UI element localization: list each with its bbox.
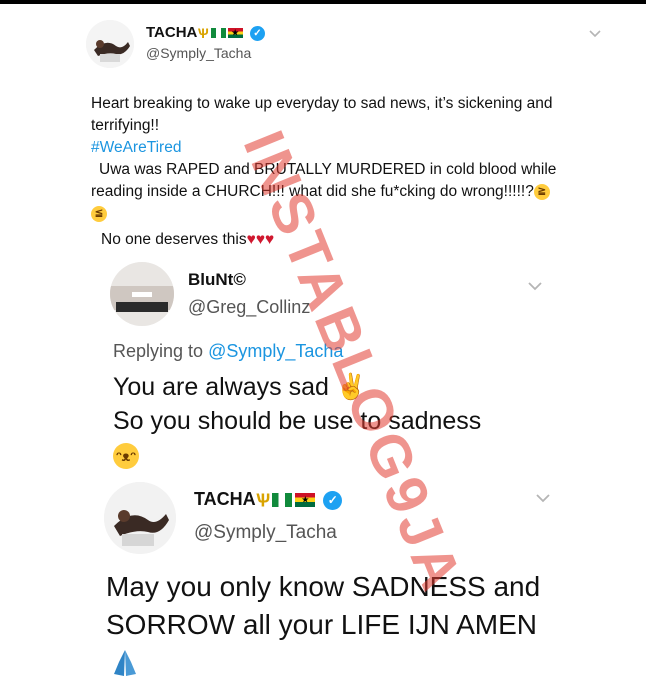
- victory-hand-icon: ✌: [335, 373, 367, 401]
- tweet3-author-handle[interactable]: @Symply_Tacha: [194, 522, 337, 544]
- tweet2-author-name[interactable]: BluNt©: [188, 270, 246, 290]
- tweet1-text-line4-row: reading inside a CHURCH!!! what did she …: [91, 181, 611, 203]
- tweet3-chevron-down-icon[interactable]: [535, 490, 551, 503]
- tweet1-text-line1: Heart breaking to wake up everyday to sa…: [91, 95, 553, 112]
- tweet1-chevron-down-icon[interactable]: [588, 26, 602, 38]
- tweet1-hashtag[interactable]: #WeAreTired: [91, 137, 611, 159]
- tweet2-text-line1: You are always sad: [113, 373, 329, 401]
- tweet1-author-name[interactable]: TACHA: [146, 24, 197, 41]
- broken-hearts-icon: ♥♥♥: [246, 231, 275, 248]
- tweet3-author-name[interactable]: TACHA: [194, 489, 256, 509]
- tweet3-text-line2: SORROW all your LIFE IJN AMEN: [106, 609, 537, 640]
- tweet1-text-line2: terrifying!!: [91, 117, 160, 134]
- tweet1-text-line5: No one deserves this: [101, 231, 247, 248]
- weary-face-icon: ≧: [533, 183, 550, 200]
- tweet2-emoji-row: ᵔᴥᵔ: [113, 438, 481, 472]
- tweet2-author-handle[interactable]: @Greg_Collinz: [188, 296, 310, 318]
- verified-icon: ✓: [249, 25, 265, 41]
- tweet1-weary-row: ≦: [91, 203, 611, 225]
- tweet1-text-line3: Uwa was RAPED and BRUTALLY MURDERED in c…: [99, 161, 557, 178]
- tweet1-author-handle[interactable]: @Symply_Tacha: [146, 44, 251, 62]
- verified-icon-2: ✓: [323, 490, 343, 510]
- nigeria-flag-icon: [210, 28, 226, 39]
- tweet2-text-line2: So you should be use to sadness: [113, 407, 482, 435]
- nigeria-flag-icon-2: [272, 493, 293, 508]
- tweet1-text-line5-row: No one deserves this♥♥♥: [91, 229, 611, 251]
- replying-to-label: Replying to: [113, 341, 204, 361]
- blunt-avatar[interactable]: [110, 262, 174, 326]
- replying-to-handle[interactable]: @Symply_Tacha: [208, 341, 343, 361]
- tacha-avatar-2[interactable]: [104, 482, 176, 554]
- grinning-face-icon: ᵔᴥᵔ: [113, 443, 139, 470]
- trident-icon: Ѱ: [197, 25, 209, 42]
- ghana-flag-icon-2: [295, 493, 316, 508]
- folded-hands-icon: [108, 646, 142, 676]
- tweet1-text-line4: reading inside a CHURCH!!! what did she …: [91, 183, 534, 200]
- tweet2-text-line1-row: You are always sad ✌: [113, 370, 481, 404]
- tacha-avatar[interactable]: [86, 20, 134, 68]
- screen-top-bar: [0, 0, 646, 4]
- weary-face-icon-2: ≦: [91, 205, 107, 222]
- tweet3-text-line1: May you only know SADNESS and: [106, 571, 541, 602]
- trident-icon-2: Ѱ: [255, 490, 271, 511]
- tweet2-chevron-down-icon[interactable]: [527, 278, 543, 291]
- ghana-flag-icon: [227, 28, 243, 39]
